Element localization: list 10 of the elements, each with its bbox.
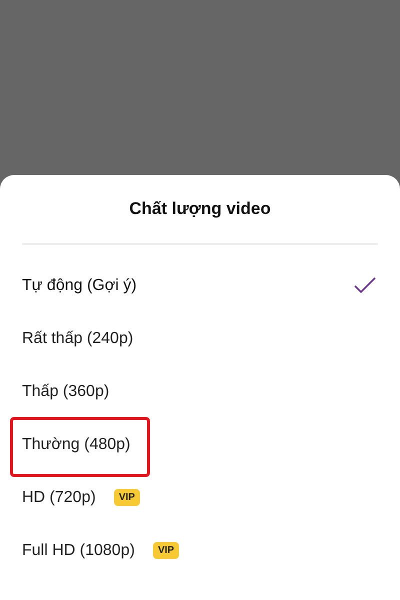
sheet-title: Chất lượng video — [129, 198, 271, 220]
vip-badge: VIP — [114, 489, 140, 506]
quality-option[interactable]: Full HD (1080p) VIP — [0, 524, 400, 577]
quality-option[interactable]: Tự động (Gợi ý) — [0, 259, 400, 312]
quality-option[interactable]: Rất thấp (240p) — [0, 312, 400, 365]
quality-option[interactable]: HD (720p) VIP — [0, 471, 400, 524]
checkmark-icon — [354, 277, 376, 293]
quality-option[interactable]: Thấp (360p) — [0, 365, 400, 418]
vip-badge: VIP — [152, 542, 180, 559]
quality-option[interactable]: Thường (480p) — [0, 418, 400, 471]
